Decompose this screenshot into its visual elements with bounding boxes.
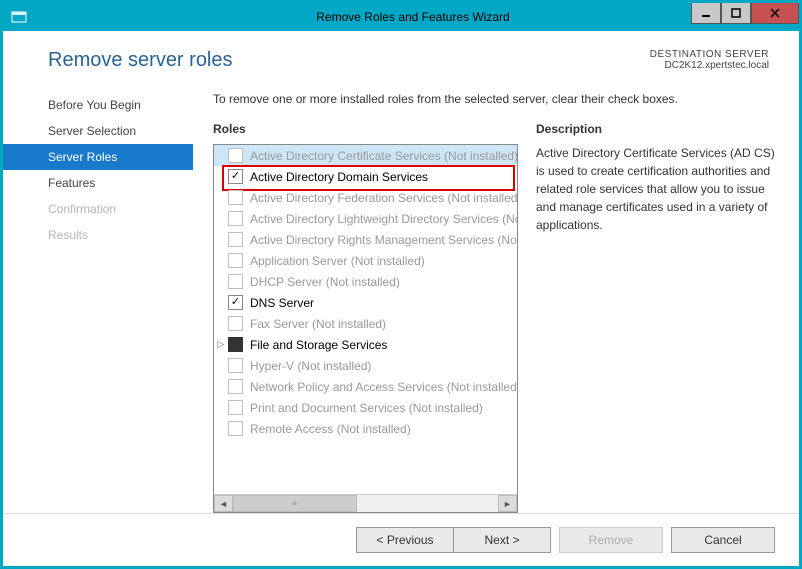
destination-server: DESTINATION SERVER DC2K12.xpertstec.loca…: [650, 49, 769, 71]
scroll-left-button[interactable]: ◄: [214, 495, 233, 512]
app-icon: [11, 9, 27, 25]
role-label: DNS Server: [250, 296, 314, 310]
wizard-step-server-selection[interactable]: Server Selection: [3, 118, 193, 144]
role-label: Active Directory Lightweight Directory S…: [250, 212, 517, 226]
wizard-steps-sidebar: Before You BeginServer SelectionServer R…: [3, 82, 193, 513]
role-row: Fax Server (Not installed): [214, 313, 517, 334]
window-title: Remove Roles and Features Wizard: [27, 10, 799, 24]
close-button[interactable]: [751, 3, 799, 24]
role-row: Remote Access (Not installed): [214, 418, 517, 439]
scroll-track[interactable]: ≡: [233, 495, 498, 512]
role-row[interactable]: DNS Server: [214, 292, 517, 313]
description-heading: Description: [536, 122, 779, 136]
role-checkbox[interactable]: [228, 169, 243, 184]
window: Remove Roles and Features Wizard Remove …: [3, 3, 799, 566]
page-body: Before You BeginServer SelectionServer R…: [3, 82, 799, 513]
role-row: Active Directory Federation Services (No…: [214, 187, 517, 208]
minimize-button[interactable]: [691, 3, 721, 24]
role-row[interactable]: Active Directory Domain Services: [214, 166, 517, 187]
role-label: File and Storage Services: [250, 338, 387, 352]
roles-heading: Roles: [213, 122, 518, 136]
role-label: Application Server (Not installed): [250, 254, 425, 268]
columns: Roles Active Directory Certificate Servi…: [213, 122, 779, 513]
page-header: Remove server roles DESTINATION SERVER D…: [3, 31, 799, 82]
role-checkbox[interactable]: [228, 337, 243, 352]
role-checkbox[interactable]: [228, 295, 243, 310]
next-button[interactable]: Next >: [453, 527, 551, 553]
description-column: Description Active Directory Certificate…: [536, 122, 779, 513]
main-panel: To remove one or more installed roles fr…: [193, 82, 779, 513]
role-row: Application Server (Not installed): [214, 250, 517, 271]
role-checkbox: [228, 379, 243, 394]
wizard-step-confirmation: Confirmation: [3, 196, 193, 222]
role-checkbox: [228, 190, 243, 205]
role-checkbox: [228, 148, 243, 163]
role-label: Active Directory Certificate Services (N…: [250, 149, 517, 163]
role-label: Hyper-V (Not installed): [250, 359, 371, 373]
maximize-button[interactable]: [721, 3, 751, 24]
content-area: Remove server roles DESTINATION SERVER D…: [3, 31, 799, 566]
roles-scroll-area[interactable]: Active Directory Certificate Services (N…: [214, 145, 517, 494]
role-checkbox: [228, 211, 243, 226]
role-checkbox: [228, 232, 243, 247]
wizard-step-before-you-begin[interactable]: Before You Begin: [3, 92, 193, 118]
wizard-step-features[interactable]: Features: [3, 170, 193, 196]
role-label: DHCP Server (Not installed): [250, 275, 400, 289]
instruction-text: To remove one or more installed roles fr…: [213, 92, 779, 106]
horizontal-scrollbar[interactable]: ◄ ≡ ►: [214, 494, 517, 512]
scroll-thumb[interactable]: ≡: [233, 495, 357, 512]
nav-button-group: < Previous Next >: [356, 527, 551, 553]
role-checkbox: [228, 316, 243, 331]
destination-label: DESTINATION SERVER: [650, 49, 769, 60]
role-label: Active Directory Domain Services: [250, 170, 428, 184]
role-label: Print and Document Services (Not install…: [250, 401, 483, 415]
roles-column: Roles Active Directory Certificate Servi…: [213, 122, 518, 513]
wizard-step-server-roles[interactable]: Server Roles: [3, 144, 193, 170]
description-text: Active Directory Certificate Services (A…: [536, 144, 779, 234]
role-row: Network Policy and Access Services (Not …: [214, 376, 517, 397]
expand-icon[interactable]: ▷: [216, 339, 226, 350]
previous-button[interactable]: < Previous: [356, 527, 453, 553]
role-label: Remote Access (Not installed): [250, 422, 411, 436]
role-checkbox: [228, 274, 243, 289]
role-row: Hyper-V (Not installed): [214, 355, 517, 376]
role-label: Network Policy and Access Services (Not …: [250, 380, 517, 394]
remove-button: Remove: [559, 527, 663, 553]
window-chrome: Remove Roles and Features Wizard Remove …: [0, 0, 802, 569]
role-checkbox: [228, 358, 243, 373]
wizard-step-results: Results: [3, 222, 193, 248]
roles-listbox[interactable]: Active Directory Certificate Services (N…: [213, 144, 518, 513]
role-label: Active Directory Rights Management Servi…: [250, 233, 517, 247]
role-checkbox: [228, 253, 243, 268]
cancel-button[interactable]: Cancel: [671, 527, 775, 553]
titlebar[interactable]: Remove Roles and Features Wizard: [3, 3, 799, 31]
role-row[interactable]: ▷ File and Storage Services: [214, 334, 517, 355]
role-checkbox: [228, 421, 243, 436]
wizard-footer: < Previous Next > Remove Cancel: [3, 513, 799, 566]
role-checkbox: [228, 400, 243, 415]
scroll-right-button[interactable]: ►: [498, 495, 517, 512]
role-row: Active Directory Lightweight Directory S…: [214, 208, 517, 229]
role-row: Active Directory Rights Management Servi…: [214, 229, 517, 250]
window-controls: [691, 3, 799, 23]
page-title: Remove server roles: [48, 49, 233, 72]
destination-value: DC2K12.xpertstec.local: [650, 60, 769, 71]
role-row: Active Directory Certificate Services (N…: [214, 145, 517, 166]
role-row: DHCP Server (Not installed): [214, 271, 517, 292]
role-label: Fax Server (Not installed): [250, 317, 386, 331]
role-label: Active Directory Federation Services (No…: [250, 191, 517, 205]
role-row: Print and Document Services (Not install…: [214, 397, 517, 418]
